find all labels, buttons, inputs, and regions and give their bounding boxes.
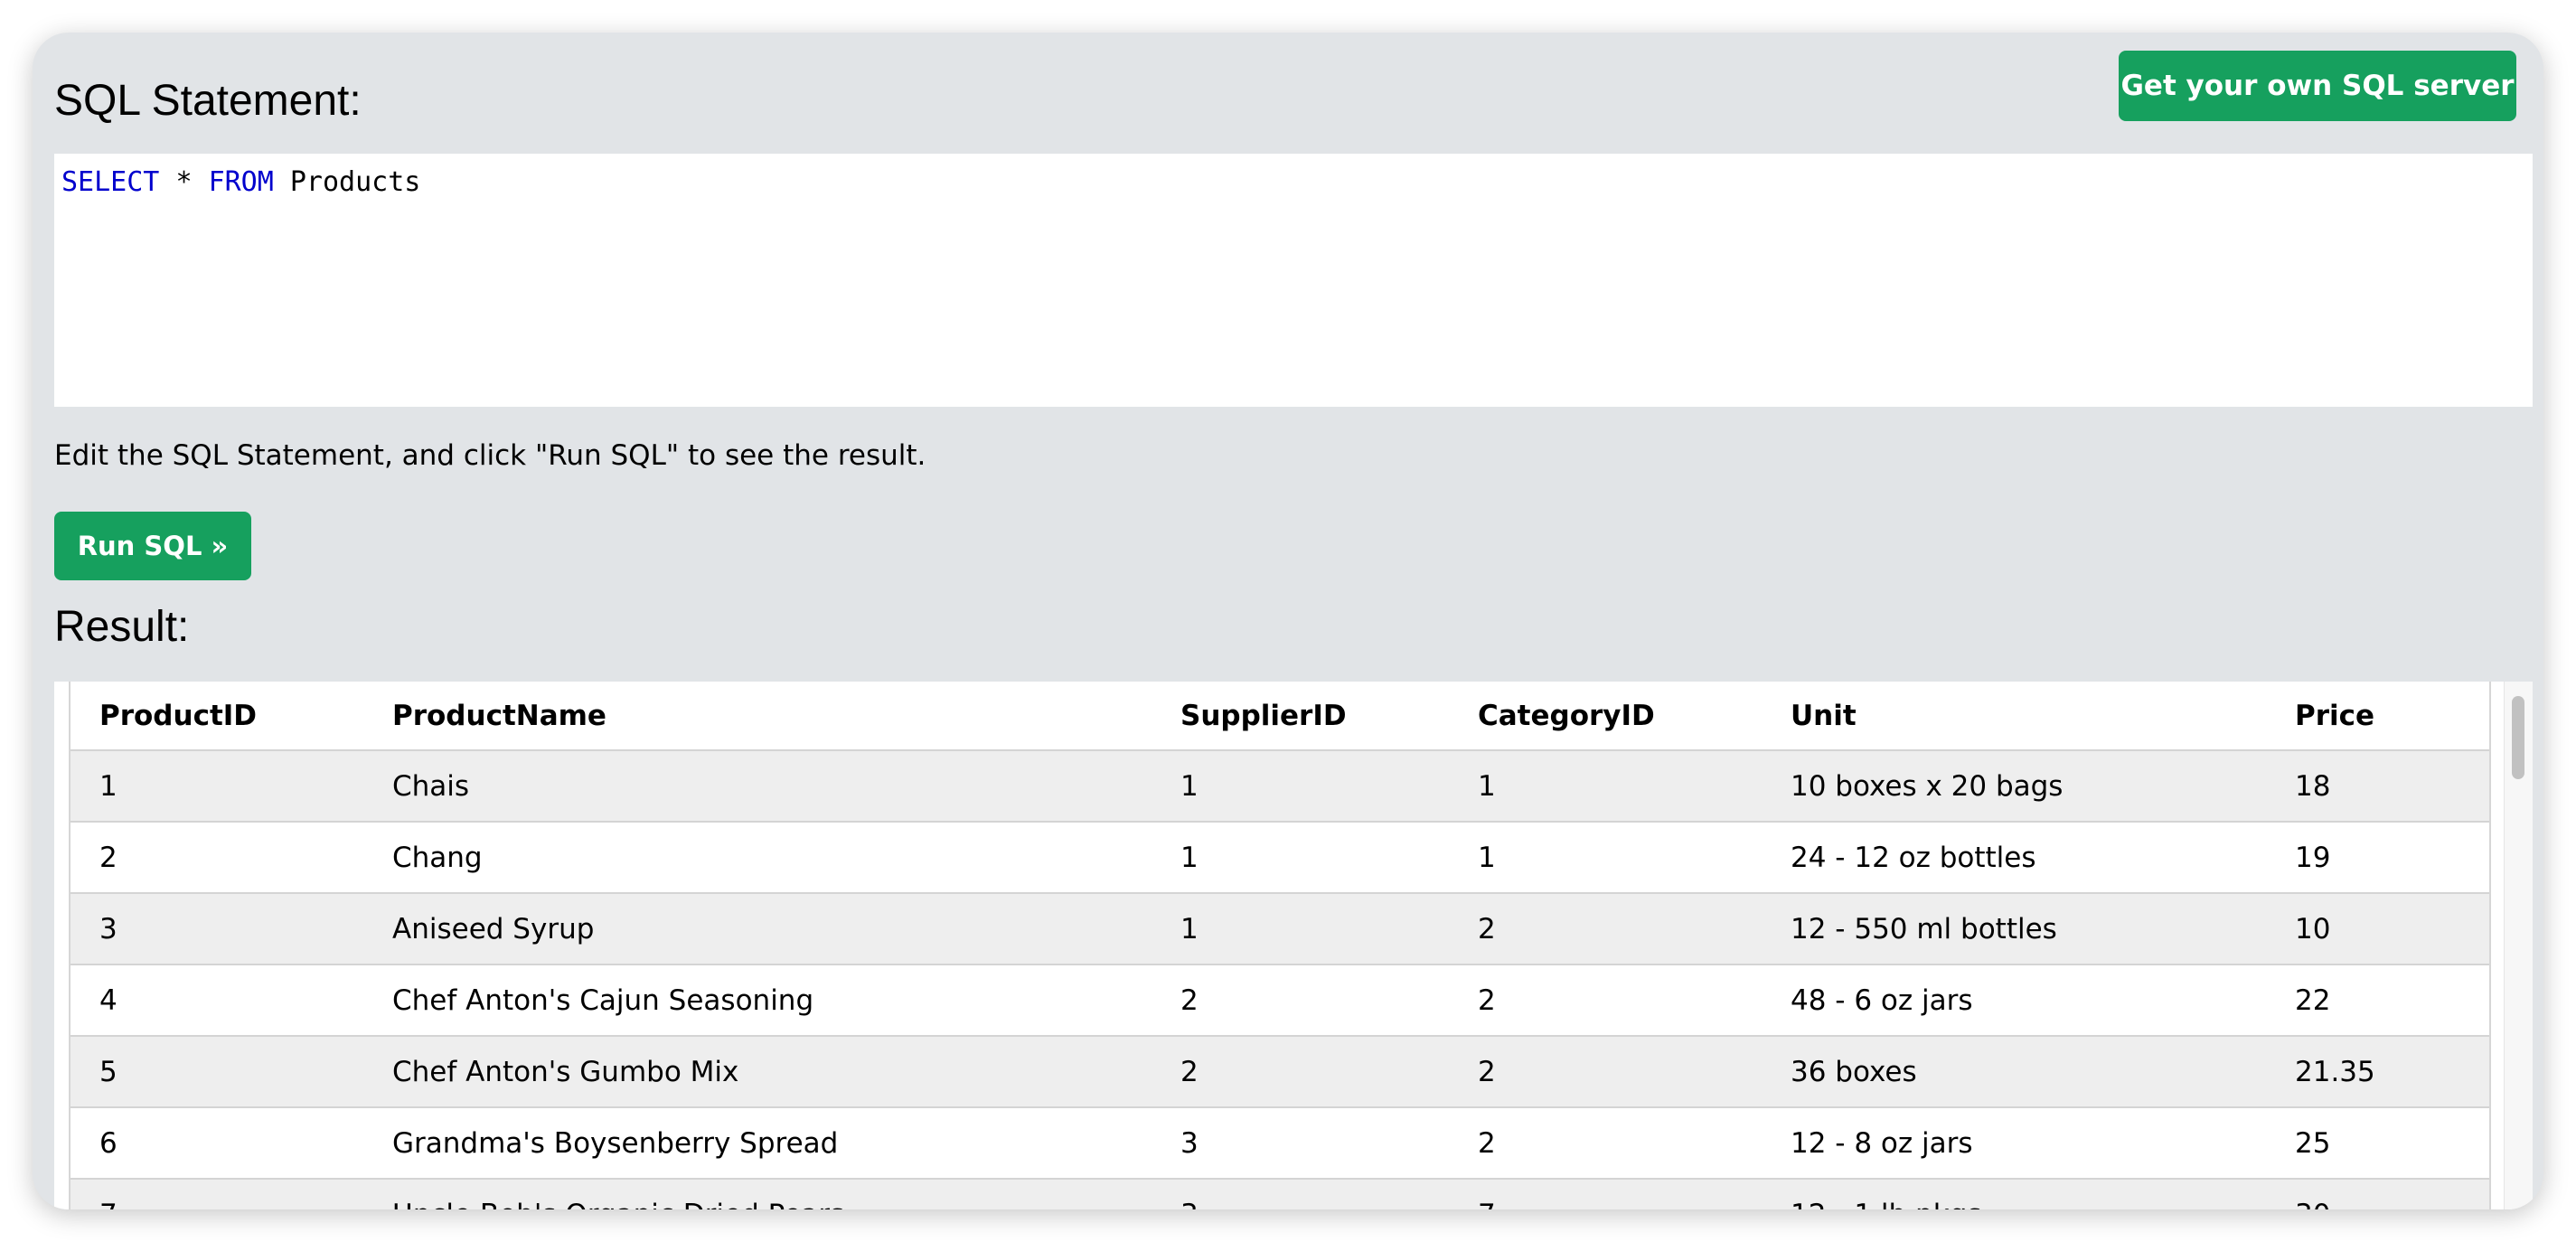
- table-cell: 2: [1478, 983, 1496, 1017]
- table-cell: 19: [2295, 841, 2331, 874]
- table-cell: 2: [1180, 1055, 1199, 1088]
- column-header: ProductID: [99, 699, 258, 732]
- table-cell: 2: [1478, 912, 1496, 946]
- table-cell: 12 - 8 oz jars: [1791, 1126, 1973, 1160]
- table-cell: 2: [1180, 983, 1199, 1017]
- table-cell: 4: [99, 983, 118, 1017]
- table-cell: 22: [2295, 983, 2331, 1017]
- sql-statement-heading: SQL Statement:: [54, 77, 362, 125]
- table-row: 2 Chang 1 1 24 - 12 oz bottles 19: [71, 822, 2489, 893]
- table-row: 5 Chef Anton's Gumbo Mix 2 2 36 boxes 21…: [71, 1036, 2489, 1107]
- instruction-text: Edit the SQL Statement, and click "Run S…: [54, 439, 926, 472]
- table-cell: 48 - 6 oz jars: [1791, 983, 1973, 1017]
- table-cell: 1: [1180, 769, 1199, 803]
- table-row: 7 Uncle Bob's Organic Dried Pears 3 7 12…: [71, 1179, 2489, 1209]
- table-cell: 2: [1478, 1126, 1496, 1160]
- get-own-sql-server-button[interactable]: Get your own SQL server: [2119, 51, 2516, 121]
- table-cell: 12 - 1 lb pkgs.: [1762, 1179, 2266, 1209]
- table-cell: 21.35: [2295, 1055, 2375, 1088]
- table-cell: 3: [1152, 1179, 1449, 1209]
- run-sql-button[interactable]: Run SQL »: [54, 512, 251, 580]
- sql-table-name: Products: [289, 166, 421, 198]
- sql-editor[interactable]: SELECT * FROM Products: [54, 154, 2533, 407]
- try-it-window: SQL Statement: Get your own SQL server S…: [33, 33, 2543, 1209]
- table-cell: Chais: [392, 769, 470, 803]
- table-cell: 18: [2295, 769, 2331, 803]
- result-scrollbar[interactable]: [2504, 682, 2533, 1209]
- column-header: CategoryID: [1478, 699, 1655, 732]
- table-cell: 2: [1478, 1055, 1496, 1088]
- table-cell: Chef Anton's Gumbo Mix: [392, 1055, 739, 1088]
- table-cell: 1: [99, 769, 118, 803]
- sql-star: *: [175, 166, 193, 198]
- column-header: ProductName: [392, 699, 606, 732]
- result-table: ProductID ProductName SupplierID Categor…: [71, 682, 2489, 1209]
- table-cell: 10 boxes x 20 bags: [1791, 769, 2064, 803]
- result-panel: ProductID ProductName SupplierID Categor…: [54, 682, 2533, 1209]
- table-cell: 7: [1449, 1179, 1762, 1209]
- table-cell: 3: [99, 912, 118, 946]
- scrollbar-thumb[interactable]: [2512, 696, 2524, 779]
- table-cell: 10: [2295, 912, 2331, 946]
- table-cell: Grandma's Boysenberry Spread: [392, 1126, 839, 1160]
- sql-keyword-select: SELECT: [61, 166, 160, 198]
- table-cell: Chef Anton's Cajun Seasoning: [392, 983, 814, 1017]
- table-cell: 25: [2295, 1126, 2331, 1160]
- table-cell: 6: [99, 1126, 118, 1160]
- table-row: 4 Chef Anton's Cajun Seasoning 2 2 48 - …: [71, 964, 2489, 1036]
- table-cell: Aniseed Syrup: [392, 912, 595, 946]
- table-cell: 36 boxes: [1791, 1055, 1917, 1088]
- sql-keyword-from: FROM: [208, 166, 274, 198]
- table-cell: 1: [1180, 841, 1199, 874]
- table-header-row: ProductID ProductName SupplierID Categor…: [71, 682, 2489, 750]
- table-cell: 12 - 550 ml bottles: [1791, 912, 2057, 946]
- column-header: SupplierID: [1180, 699, 1347, 732]
- table-cell: 2: [99, 841, 118, 874]
- table-cell: 5: [99, 1055, 118, 1088]
- table-row: 3 Aniseed Syrup 1 2 12 - 550 ml bottles …: [71, 893, 2489, 964]
- table-cell: 24 - 12 oz bottles: [1791, 841, 2036, 874]
- table-row: 1 Chais 1 1 10 boxes x 20 bags 18: [71, 750, 2489, 822]
- result-table-container: ProductID ProductName SupplierID Categor…: [69, 682, 2491, 1209]
- column-header: Price: [2295, 699, 2375, 732]
- table-cell: 30: [2266, 1179, 2489, 1209]
- column-header: Unit: [1791, 699, 1857, 732]
- table-cell: 3: [1180, 1126, 1199, 1160]
- table-cell: 1: [1180, 912, 1199, 946]
- table-cell: 1: [1478, 841, 1496, 874]
- result-heading: Result:: [54, 603, 190, 651]
- table-cell: Chang: [392, 841, 483, 874]
- table-cell: 7: [71, 1179, 363, 1209]
- table-row: 6 Grandma's Boysenberry Spread 3 2 12 - …: [71, 1107, 2489, 1179]
- table-cell: 1: [1478, 769, 1496, 803]
- table-cell: Uncle Bob's Organic Dried Pears: [363, 1179, 1152, 1209]
